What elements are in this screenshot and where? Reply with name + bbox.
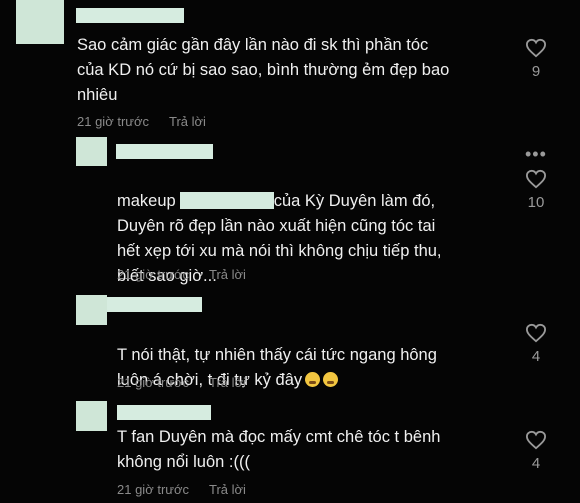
comment-text-prefix: makeup (117, 192, 176, 210)
avatar[interactable] (76, 401, 107, 431)
confounded-face-icon (305, 372, 321, 387)
reply-button[interactable]: Trả lời (209, 482, 246, 497)
reply-button[interactable]: Trả lời (169, 114, 206, 129)
comment-3: T nói thật, tự nhiên thấy cái tức ngang … (0, 295, 580, 395)
comment-text: T fan Duyên mà đọc mấy cmt chê tóc t bên… (117, 428, 441, 471)
heart-outline-icon[interactable] (525, 430, 547, 450)
comment-2: makeup của Kỳ Duyên làm đó, Duyên rõ đẹp l… (0, 135, 580, 295)
reply-button[interactable]: Trả lời (209, 267, 246, 282)
heart-outline-icon[interactable] (525, 38, 547, 58)
username-redacted[interactable] (117, 405, 211, 420)
redacted-mention (179, 192, 274, 209)
comment-time: 21 giờ trước (117, 375, 189, 390)
like-count: 9 (531, 63, 541, 80)
comment-1: Sao cảm giác gần đây lần nào đi sk thì p… (0, 0, 580, 135)
avatar[interactable] (76, 295, 107, 325)
username-redacted[interactable] (107, 297, 202, 312)
like-count: 4 (531, 455, 541, 472)
more-dots-icon[interactable]: ••• (525, 145, 547, 163)
username-redacted[interactable] (76, 8, 184, 23)
reply-button[interactable]: Trả lời (209, 375, 246, 390)
like-count: 10 (527, 194, 545, 211)
comment-text: Sao cảm giác gần đây lần nào đi sk thì p… (77, 36, 450, 104)
comment-meta: 21 giờ trước Trả lời (117, 375, 246, 390)
avatar[interactable] (76, 137, 107, 166)
avatar[interactable] (16, 0, 64, 44)
comment-text-suffix: của Kỳ Duyên làm đó, (273, 192, 436, 210)
heart-outline-icon[interactable] (525, 169, 547, 189)
like-count: 4 (531, 348, 541, 365)
username-redacted[interactable] (116, 144, 213, 159)
comment-time: 21 giờ trước (77, 114, 149, 129)
comment-meta: 21 giờ trước Trả lời (117, 267, 246, 282)
comment-time: 21 giờ trước (117, 267, 189, 282)
heart-outline-icon[interactable] (525, 323, 547, 343)
confounded-face-icon (323, 372, 339, 387)
comment-meta: 21 giờ trước Trả lời (77, 114, 206, 129)
comment-time: 21 giờ trước (117, 482, 189, 497)
comment-4: T fan Duyên mà đọc mấy cmt chê tóc t bên… (0, 395, 580, 503)
comment-meta: 21 giờ trước Trả lời (117, 482, 246, 497)
